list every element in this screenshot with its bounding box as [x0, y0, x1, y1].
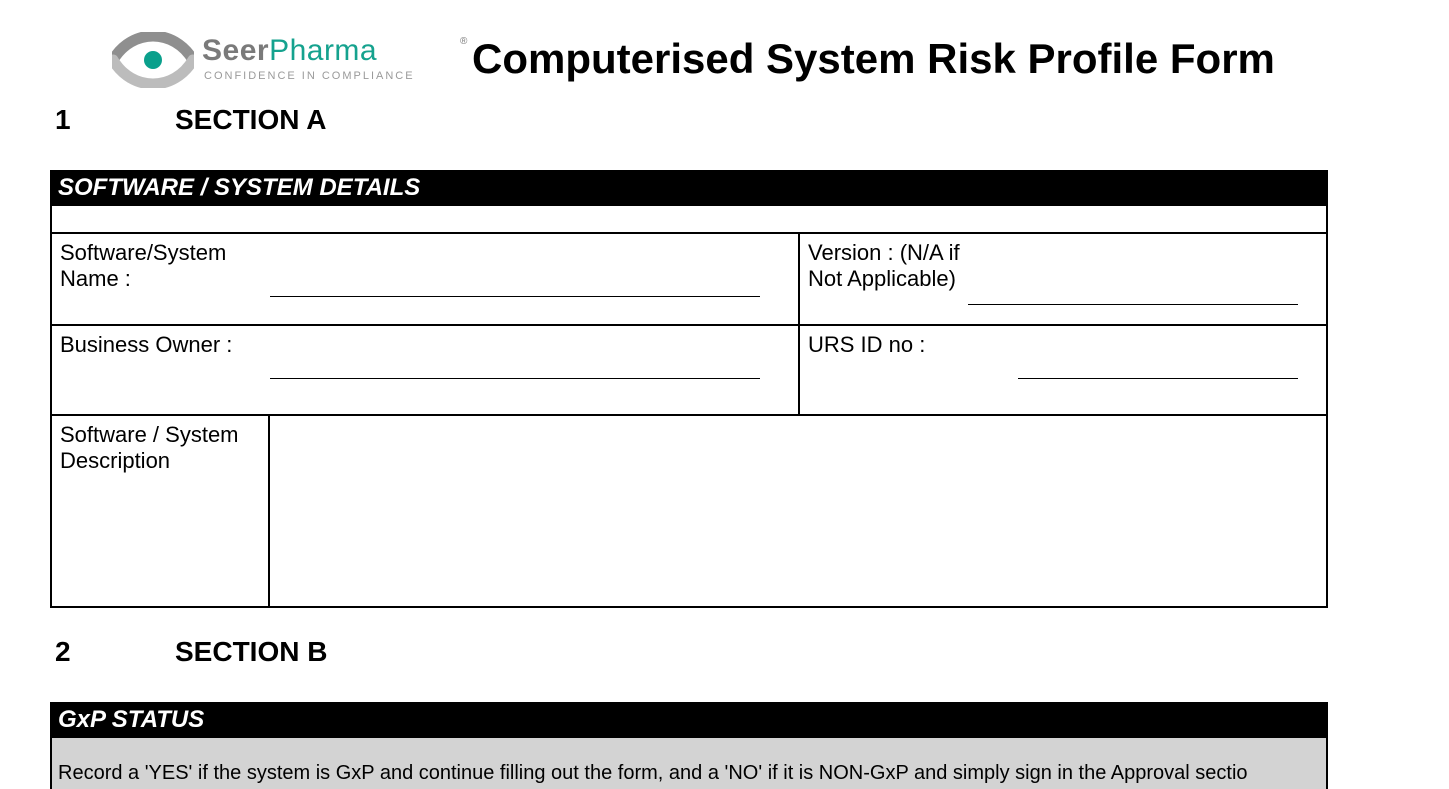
section-b-heading: 2 SECTION B	[55, 636, 327, 668]
cell-urs: URS ID no :	[800, 326, 1326, 414]
registered-mark: ®	[460, 36, 467, 47]
row-name-version: Software/System Name : Version : (N/A if…	[52, 234, 1326, 326]
section-a-number: 1	[55, 104, 175, 136]
system-details-table: Software/System Name : Version : (N/A if…	[50, 204, 1328, 608]
label-version: Version : (N/A if Not Applicable)	[808, 240, 968, 292]
gxp-bar: GxP STATUS	[50, 702, 1328, 738]
input-version[interactable]	[968, 276, 1298, 305]
input-urs[interactable]	[1018, 350, 1298, 379]
row-description: Software / System Description	[52, 416, 1326, 606]
cell-owner: Business Owner :	[52, 326, 800, 414]
section-b-label: SECTION B	[175, 636, 327, 668]
section-b-number: 2	[55, 636, 175, 668]
details-bar: SOFTWARE / SYSTEM DETAILS	[50, 170, 1328, 206]
label-owner: Business Owner :	[60, 332, 270, 358]
gxp-instruction: Record a 'YES' if the system is GxP and …	[50, 738, 1328, 789]
label-system-name: Software/System Name :	[60, 240, 270, 292]
logo-text-pharma: Pharma	[269, 34, 377, 67]
cell-system-name: Software/System Name :	[52, 234, 800, 324]
logo-wordmark: SeerPharma	[202, 34, 377, 68]
input-owner[interactable]	[270, 350, 760, 379]
header-row: SeerPharma ® CONFIDENCE IN COMPLIANCE Co…	[112, 28, 1429, 90]
section-a-heading: 1 SECTION A	[55, 104, 326, 136]
eye-icon	[112, 32, 194, 93]
input-system-name[interactable]	[270, 268, 760, 297]
page-title: Computerised System Risk Profile Form	[472, 35, 1275, 83]
row-owner-urs: Business Owner : URS ID no :	[52, 326, 1326, 416]
label-description: Software / System Description	[52, 416, 270, 606]
section-a-label: SECTION A	[175, 104, 326, 136]
logo-tagline: CONFIDENCE IN COMPLIANCE	[204, 70, 415, 82]
form-page: SeerPharma ® CONFIDENCE IN COMPLIANCE Co…	[0, 0, 1449, 789]
input-description[interactable]	[270, 416, 1326, 606]
logo-text-seer: Seer	[202, 34, 269, 67]
cell-version: Version : (N/A if Not Applicable)	[800, 234, 1326, 324]
company-logo: SeerPharma ® CONFIDENCE IN COMPLIANCE	[112, 28, 462, 90]
label-urs: URS ID no :	[808, 332, 1018, 358]
spacer-row	[52, 206, 1326, 234]
